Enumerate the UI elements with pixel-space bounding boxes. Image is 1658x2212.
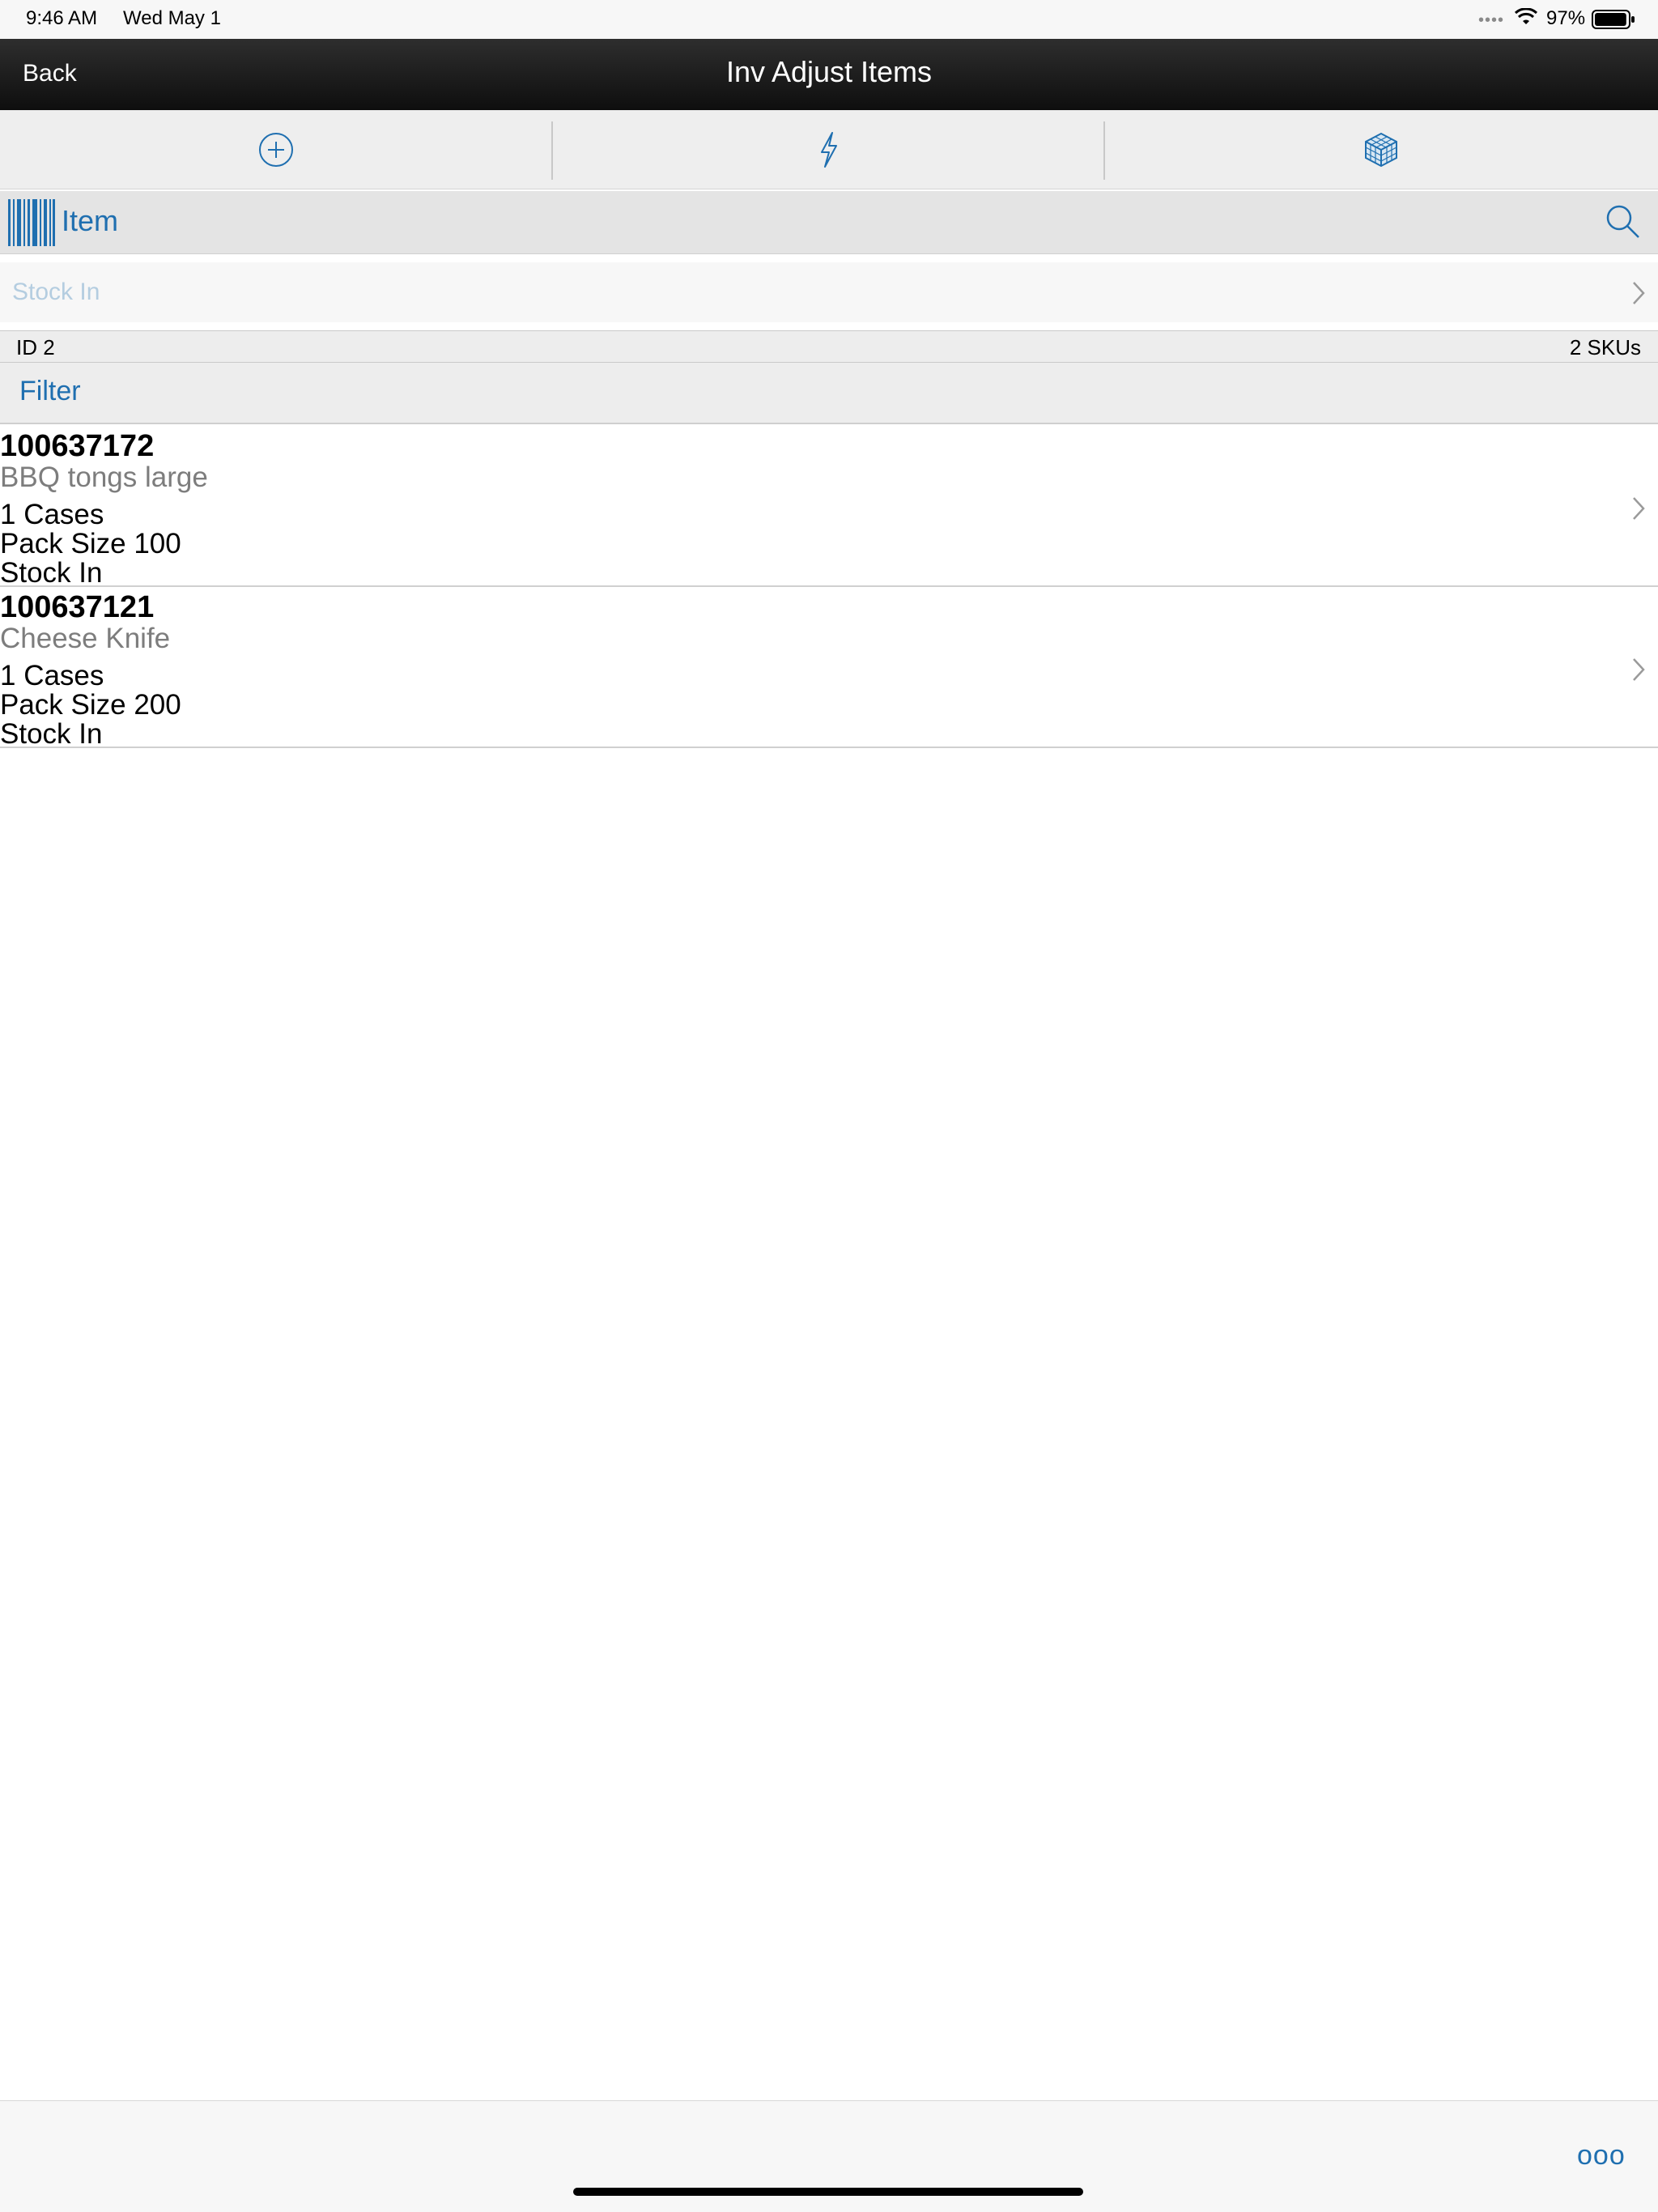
- item-sku: 100637121: [0, 590, 155, 624]
- filter-button[interactable]: Filter: [19, 376, 81, 407]
- item-quantity: 1 Cases: [0, 660, 104, 691]
- list-item[interactable]: 100637121 Cheese Knife 1 Cases Pack Size…: [0, 587, 1658, 750]
- status-time: 9:46 AM: [26, 7, 98, 29]
- adjustment-id: ID 2: [16, 335, 55, 359]
- reason-label: Stock In: [12, 279, 100, 305]
- wifi-icon: [1514, 7, 1538, 33]
- item-description: Cheese Knife: [0, 623, 171, 654]
- sku-count: 2 SKUs: [1569, 335, 1641, 359]
- nav-bar: Back Inv Adjust Items: [0, 39, 1658, 110]
- status-bar: 9:46 AM Wed May 1 •••• 97%: [0, 0, 1658, 39]
- item-search-bar[interactable]: Item: [0, 191, 1658, 254]
- info-bar: ID 2 2 SKUs: [0, 330, 1658, 363]
- item-quantity: 1 Cases: [0, 499, 104, 530]
- lightning-icon: [821, 132, 837, 168]
- cube-icon: [1365, 132, 1397, 168]
- search-icon[interactable]: [1605, 204, 1641, 244]
- list-item[interactable]: 100637172 BBQ tongs large 1 Cases Pack S…: [0, 426, 1658, 589]
- item-pack-size: Pack Size 200: [0, 689, 181, 721]
- battery-fill: [1595, 13, 1626, 26]
- chevron-right-icon: [1630, 496, 1647, 525]
- item-pack-size: Pack Size 100: [0, 528, 181, 559]
- chevron-right-icon: [1630, 657, 1647, 687]
- cellular-dots-icon: ••••: [1478, 11, 1505, 29]
- quick-action-button[interactable]: [553, 110, 1105, 189]
- reason-selector[interactable]: Stock In: [0, 262, 1658, 322]
- chevron-right-icon: [1630, 280, 1647, 310]
- plus-circle-icon: [259, 133, 293, 167]
- item-reason: Stock In: [0, 557, 103, 589]
- filter-bar: Filter: [0, 363, 1658, 424]
- barcode-icon[interactable]: [6, 198, 57, 252]
- item-sku: 100637172: [0, 429, 155, 463]
- status-date: Wed May 1: [123, 7, 221, 29]
- more-options-button[interactable]: ooo: [1577, 2140, 1626, 2172]
- item-description: BBQ tongs large: [0, 462, 208, 493]
- page-title: Inv Adjust Items: [725, 55, 933, 88]
- search-label: Item: [62, 204, 119, 237]
- item-reason: Stock In: [0, 718, 103, 750]
- battery-icon: [1592, 10, 1635, 35]
- toolbar: [0, 110, 1658, 189]
- cube-button[interactable]: [1105, 110, 1657, 189]
- add-button[interactable]: [0, 110, 552, 189]
- battery-percent: 97%: [1546, 7, 1586, 29]
- home-indicator[interactable]: [573, 2188, 1083, 2196]
